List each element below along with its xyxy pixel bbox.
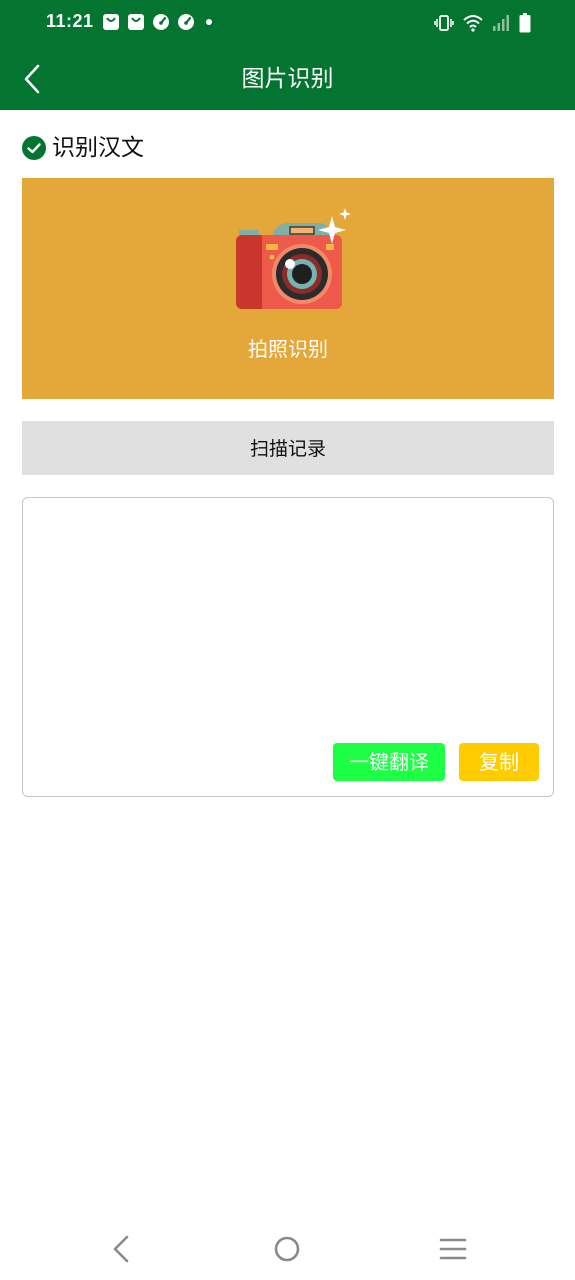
nav-home-button[interactable] bbox=[267, 1232, 307, 1266]
shopping-bag-icon bbox=[103, 14, 119, 30]
cellular-signal-icon bbox=[493, 15, 509, 31]
speedometer-icon bbox=[153, 14, 169, 30]
status-time: 11:21 bbox=[46, 11, 94, 31]
app-bar: 11:21 图片识别 bbox=[0, 0, 575, 110]
vibrate-icon bbox=[434, 15, 454, 31]
take-photo-label: 拍照识别 bbox=[248, 337, 328, 361]
system-icons bbox=[434, 13, 531, 33]
battery-icon bbox=[519, 13, 531, 33]
speedometer-icon bbox=[178, 14, 194, 30]
nav-back-button[interactable] bbox=[101, 1232, 141, 1266]
system-nav-bar bbox=[0, 1218, 575, 1280]
scan-history-button[interactable]: 扫描记录 bbox=[22, 421, 554, 475]
copy-button[interactable]: 复制 bbox=[459, 743, 539, 781]
status-bar: 11:21 bbox=[0, 0, 575, 48]
nav-menu-button[interactable] bbox=[433, 1232, 473, 1266]
home-circle-icon bbox=[274, 1236, 300, 1262]
check-circle-icon bbox=[22, 136, 46, 160]
recognized-text-field[interactable] bbox=[33, 508, 547, 740]
wifi-icon bbox=[463, 15, 483, 32]
section-header: 识别汉文 bbox=[22, 133, 144, 163]
translate-button[interactable]: 一键翻译 bbox=[333, 743, 445, 781]
shopping-bag-icon bbox=[128, 14, 144, 30]
notification-icons bbox=[102, 13, 216, 31]
menu-icon bbox=[439, 1238, 467, 1260]
page-title: 图片识别 bbox=[241, 66, 334, 92]
section-title: 识别汉文 bbox=[52, 135, 144, 161]
notification-dot-icon bbox=[206, 19, 212, 25]
take-photo-button[interactable]: 拍照识别 bbox=[22, 178, 554, 399]
result-panel: 一键翻译 复制 bbox=[22, 497, 554, 797]
camera-icon bbox=[236, 208, 351, 309]
back-triangle-icon bbox=[113, 1235, 129, 1263]
